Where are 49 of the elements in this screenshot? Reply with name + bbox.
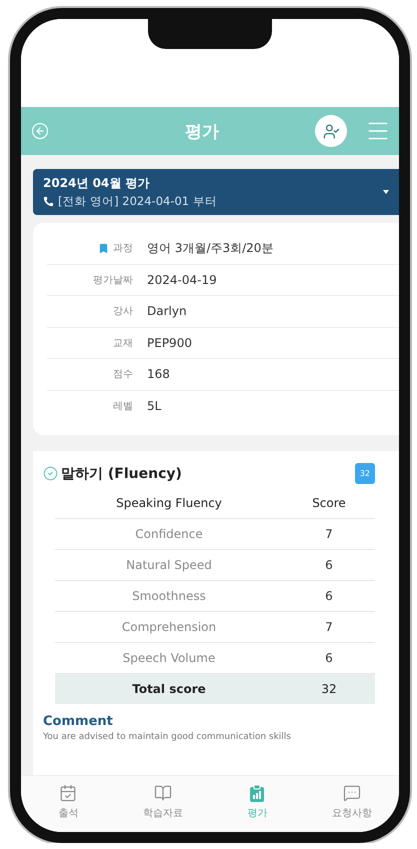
tab-item[interactable]: 요청사항 bbox=[304, 776, 399, 828]
tab-item[interactable]: 출석 bbox=[21, 776, 116, 828]
table-cell-text: 7 bbox=[324, 527, 334, 541]
book-icon bbox=[154, 784, 172, 802]
evaluation-dropdown[interactable]: 2024년 04월 평가 [전화 영어] 2024-04-01 부터 bbox=[33, 169, 399, 215]
chat-bubble-icon bbox=[342, 784, 361, 802]
check-circle-icon bbox=[43, 466, 58, 481]
field-value: Darlyn bbox=[147, 304, 187, 318]
back-icon[interactable] bbox=[31, 122, 49, 140]
field-label: 과정 bbox=[113, 242, 133, 256]
field-value: PEP900 bbox=[147, 336, 192, 350]
evaluation-subtitle: [전화 영어] 2024-04-01 부터 bbox=[58, 194, 217, 209]
caret-icon bbox=[383, 190, 389, 194]
evaluation-title: 2024년 04월 평가 bbox=[43, 175, 150, 192]
table-cell-text: 32 bbox=[320, 682, 338, 696]
table-cell-text: 6 bbox=[324, 651, 334, 665]
tab-item[interactable]: 평가 bbox=[210, 776, 304, 828]
calendar-check-icon bbox=[59, 784, 78, 802]
page-title: 평가 bbox=[184, 120, 220, 142]
table-cell-text: Speech Volume bbox=[122, 651, 216, 665]
column-header: Score bbox=[311, 496, 347, 510]
field-value: 168 bbox=[147, 367, 170, 382]
bookmark-icon bbox=[98, 242, 109, 254]
field-value: 5L bbox=[147, 398, 162, 413]
field-label: 레벨 bbox=[113, 400, 133, 413]
phone-icon bbox=[43, 196, 54, 207]
section-title: 말하기 (Fluency) bbox=[61, 464, 183, 482]
table-cell-text: 6 bbox=[324, 589, 334, 603]
field-value: 2024-04-19 bbox=[147, 272, 217, 287]
column-header: Speaking Fluency bbox=[115, 496, 223, 510]
field-label: 강사 bbox=[113, 305, 133, 318]
comment-title: Comment bbox=[43, 714, 114, 729]
table-cell-text: Natural Speed bbox=[125, 558, 213, 572]
field-value: 영어 3개월/주3회/20분 bbox=[147, 240, 274, 257]
table-cell-text: 7 bbox=[324, 620, 334, 634]
user-check-icon bbox=[322, 122, 340, 140]
field-label: 점수 bbox=[113, 368, 133, 382]
table-cell-text: Total score bbox=[131, 682, 207, 696]
tab-item[interactable]: 학습자료 bbox=[116, 776, 210, 828]
score-badge: 32 bbox=[354, 463, 375, 484]
field-label: 평가날짜 bbox=[93, 274, 133, 287]
clipboard-chart-icon bbox=[249, 784, 266, 802]
field-label: 교재 bbox=[113, 336, 133, 350]
table-cell-text: Confidence bbox=[134, 527, 204, 541]
user-check-button[interactable] bbox=[315, 115, 347, 147]
table-cell-text: 6 bbox=[324, 558, 334, 572]
table-cell-text: Comprehension bbox=[120, 620, 218, 634]
comment-text: You are advised to maintain good communication skills bbox=[43, 732, 292, 742]
table-cell-text: Smoothness bbox=[131, 589, 207, 603]
